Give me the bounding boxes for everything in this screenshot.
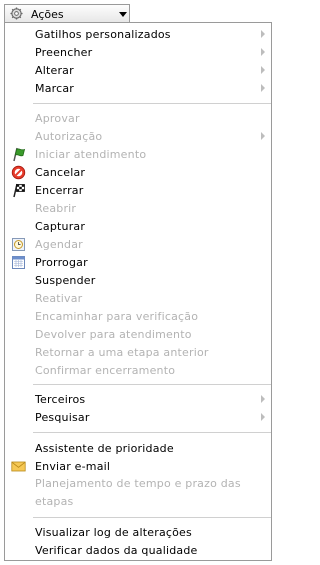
green-flag-icon [13,147,26,162]
menu-item-enviar-email[interactable]: Enviar e-mail [5,457,271,475]
cancel-icon [11,165,26,180]
submenu-arrow-icon [261,48,265,56]
menu-item-aprovar: Aprovar [35,112,80,125]
menu-separator [33,432,271,433]
menu-item-encaminhar-para-verificacao: Encaminhar para verificação [35,310,199,323]
submenu-arrow-icon [261,413,265,421]
menu-item-capturar[interactable]: Capturar [5,217,271,235]
actions-dropdown-menu: Gatilhos personalizados Preencher Altera… [4,22,272,561]
menu-item-preencher[interactable]: Preencher [5,43,271,61]
menu-item-retornar-etapa-anterior: Retornar a uma etapa anterior [35,346,209,359]
menu-separator [33,103,271,104]
submenu-arrow-icon [261,132,265,140]
menu-item-devolver-para-atendimento: Devolver para atendimento [35,328,192,341]
menu-item-marcar[interactable]: Marcar [5,79,271,97]
chevron-down-icon [119,12,127,17]
menu-item-verificar-dados-qualidade[interactable]: Verificar dados da qualidade [5,541,271,559]
menu-separator [33,384,271,385]
checkered-flag-icon [13,183,25,198]
menu-item-assistente-de-prioridade[interactable]: Assistente de prioridade [5,439,271,457]
menu-item-autorizacao: Autorização [5,127,271,145]
menu-item-cancelar[interactable]: Cancelar [5,163,271,181]
actions-label: Ações [31,8,64,21]
menu-item-reativar: Reativar [35,292,83,305]
submenu-arrow-icon [261,395,265,403]
submenu-arrow-icon [261,66,265,74]
menu-item-suspender[interactable]: Suspender [5,271,271,289]
submenu-arrow-icon [261,30,265,38]
actions-menu-button[interactable]: Ações [4,4,130,23]
gear-icon [10,7,23,20]
clock-calendar-icon [12,238,25,251]
menu-item-prorrogar[interactable]: Prorrogar [5,253,271,271]
menu-item-alterar[interactable]: Alterar [5,61,271,79]
envelope-icon [11,461,26,472]
calendar-icon [12,256,25,269]
menu-item-agendar: Agendar [5,235,271,253]
menu-item-encerrar[interactable]: Encerrar [5,181,271,199]
menu-item-gatilhos-personalizados[interactable]: Gatilhos personalizados [5,25,271,43]
menu-item-reabrir: Reabrir [35,202,77,215]
menu-item-iniciar-atendimento: Iniciar atendimento [5,145,271,163]
menu-item-visualizar-log[interactable]: Visualizar log de alterações [5,523,271,541]
menu-item-planejamento-de-tempo: Planejamento de tempo e prazo das etapas [35,477,241,508]
menu-item-terceiros[interactable]: Terceiros [5,390,271,408]
menu-item-confirmar-encerramento: Confirmar encerramento [35,364,176,377]
menu-item-pesquisar[interactable]: Pesquisar [5,408,271,426]
menu-separator [33,517,271,518]
submenu-arrow-icon [261,84,265,92]
